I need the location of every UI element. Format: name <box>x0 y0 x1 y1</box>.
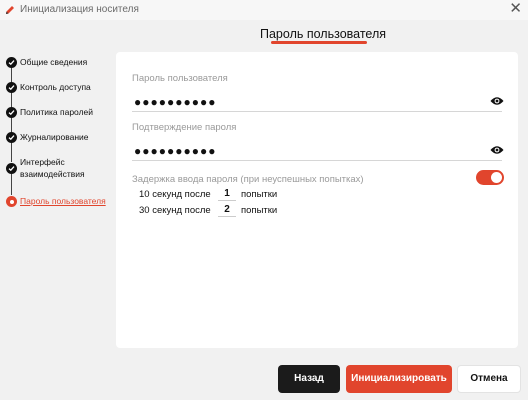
app-pencil-icon <box>6 6 14 14</box>
step-label-line-2: взаимодействия <box>20 169 85 179</box>
close-icon[interactable]: ✕ <box>509 1 522 17</box>
delay-attempts-input[interactable]: 1 <box>218 188 236 201</box>
step-label-line-1: Интерфейс <box>20 157 65 167</box>
check-icon <box>6 107 17 118</box>
confirm-password-field[interactable]: ●●●●●●●●●● <box>134 144 216 158</box>
delay-row-prefix: 10 секунд после <box>139 189 211 200</box>
check-icon <box>6 57 17 68</box>
confirm-password-underline <box>132 160 502 161</box>
password-underline <box>132 111 502 112</box>
step-label: Общие сведения <box>20 57 88 67</box>
step-label: Политика паролей <box>20 107 94 117</box>
window-title: Инициализация носителя <box>20 4 139 15</box>
current-step-icon <box>6 196 17 207</box>
password-label: Пароль пользователя <box>132 73 228 84</box>
confirm-password-label: Подтверждение пароля <box>132 122 237 133</box>
step-connector <box>11 173 12 195</box>
back-button[interactable]: Назад <box>278 365 340 393</box>
password-field[interactable]: ●●●●●●●●●● <box>134 95 216 109</box>
delay-toggle[interactable] <box>476 170 504 185</box>
cancel-button[interactable]: Отмена <box>457 365 521 393</box>
page-title-underline <box>271 41 367 44</box>
step-connector <box>11 142 12 162</box>
check-icon <box>6 82 17 93</box>
step-label: Журналирование <box>20 132 89 142</box>
check-icon <box>6 132 17 143</box>
delay-row-suffix: попытки <box>241 189 278 200</box>
delay-row-prefix: 30 секунд после <box>139 205 211 216</box>
initialize-button[interactable]: Инициализировать <box>346 365 452 393</box>
form-card: Пароль пользователя ●●●●●●●●●● Подтвержд… <box>116 52 518 348</box>
page-title: Пароль пользователя <box>260 27 387 41</box>
check-icon <box>6 163 17 174</box>
delay-label: Задержка ввода пароля (при неуспешных по… <box>132 174 364 185</box>
delay-attempts-input[interactable]: 2 <box>218 204 236 217</box>
step-label: Контроль доступа <box>20 82 91 92</box>
step-label: Пароль пользователя <box>20 196 106 206</box>
eye-icon[interactable] <box>490 96 504 106</box>
window-titlebar: Инициализация носителя ✕ <box>0 0 528 20</box>
delay-row-suffix: попытки <box>241 205 278 216</box>
eye-icon[interactable] <box>490 145 504 155</box>
